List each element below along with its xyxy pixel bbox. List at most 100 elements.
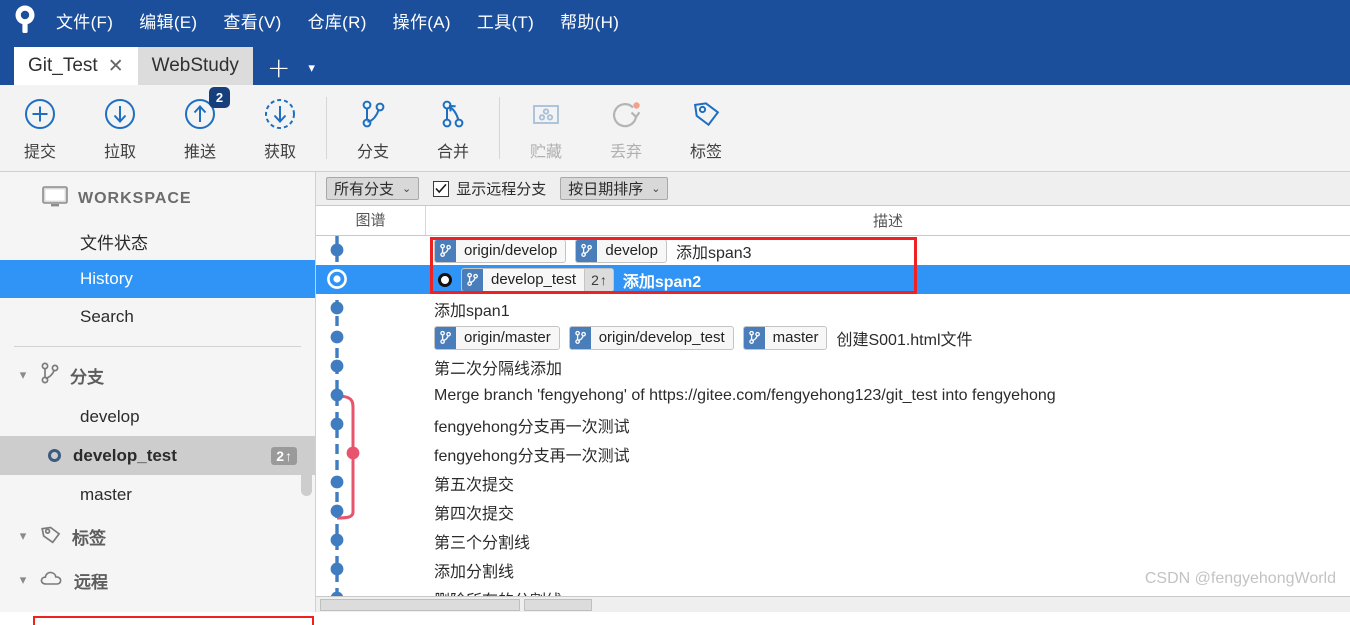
commit-description: 第五次提交 xyxy=(426,471,1350,495)
toolbar-label: 分支 xyxy=(356,144,389,161)
column-header-description[interactable]: 描述 xyxy=(426,210,1350,231)
pull-button[interactable]: 拉取 xyxy=(80,85,160,162)
sidebar-section-label: 远程 xyxy=(74,572,108,592)
table-row[interactable]: 添加span1 xyxy=(316,294,1350,323)
commit-description: 第三个分割线 xyxy=(426,529,1350,553)
table-row[interactable]: 第四次提交 xyxy=(316,497,1350,526)
pull-down-arrow-icon xyxy=(100,94,140,134)
fetch-button[interactable]: 获取 xyxy=(240,85,320,162)
ref-tag[interactable]: origin/develop_test xyxy=(568,325,734,350)
commit-message: 第四次提交 xyxy=(434,505,515,523)
ref-name: master xyxy=(772,328,819,346)
discard-revert-icon xyxy=(606,94,646,134)
sidebar-branch-master[interactable]: master xyxy=(0,475,315,514)
discard-button[interactable]: 丢弃 xyxy=(586,85,666,162)
tab-label: WebStudy xyxy=(151,55,239,76)
sourcetree-window: 文件(F) 编辑(E) 查看(V) 仓库(R) 操作(A) 工具(T) 帮助(H… xyxy=(0,0,1350,625)
ref-tag[interactable]: master xyxy=(742,325,828,350)
menu-tools[interactable]: 工具(T) xyxy=(475,5,536,36)
tab-git-test[interactable]: Git_Test ✕ xyxy=(14,47,138,85)
merge-icon xyxy=(433,94,473,134)
sidebar-branch-develop-test[interactable]: develop_test 2 ↑ xyxy=(0,436,315,475)
tab-strip: Git_Test ✕ WebStudy + ▾ xyxy=(0,40,1350,85)
menu-edit[interactable]: 编辑(E) xyxy=(137,5,199,36)
ref-name: origin/develop_test xyxy=(598,328,725,346)
commit-message: Merge branch 'fengyehong' of https://git… xyxy=(434,386,1056,404)
menu-help[interactable]: 帮助(H) xyxy=(558,5,621,36)
sidebar-item-file-status[interactable]: 文件状态 xyxy=(0,222,315,260)
tab-webstudy[interactable]: WebStudy xyxy=(137,47,253,85)
commit-message: 第三个分割线 xyxy=(434,534,531,552)
table-row[interactable]: 第五次提交 xyxy=(316,468,1350,497)
chevron-down-icon[interactable]: ▾ xyxy=(16,368,30,383)
menu-view[interactable]: 查看(V) xyxy=(221,5,283,36)
horizontal-scrollbar[interactable] xyxy=(316,596,1350,612)
table-row[interactable]: origin/develop develop 添加span3 xyxy=(316,236,1350,265)
menu-file[interactable]: 文件(F) xyxy=(54,5,115,36)
table-row[interactable]: 第二次分隔线添加 xyxy=(316,352,1350,381)
chevron-down-icon[interactable]: ▾ xyxy=(16,529,30,544)
show-remote-branches-checkbox[interactable]: 显示远程分支 xyxy=(433,178,546,199)
ref-tag[interactable]: develop xyxy=(575,238,667,263)
toolbar-label: 贮藏 xyxy=(529,144,562,161)
commit-message: fengyehong分支再一次测试 xyxy=(434,418,630,436)
sidebar-section-remotes[interactable]: ▾ 远程 xyxy=(0,558,315,602)
toolbar-group-sync: 提交 拉取 2 推送 获取 xyxy=(0,85,320,162)
sort-dropdown[interactable]: 按日期排序 ⌄ xyxy=(560,177,669,200)
tag-button[interactable]: 标签 xyxy=(666,85,746,162)
commit-description: fengyehong分支再一次测试 xyxy=(426,413,1350,437)
sidebar: WORKSPACE 文件状态 History Search ▾ 分支 devel… xyxy=(0,172,316,625)
ref-name: origin/develop xyxy=(464,241,558,259)
add-tab-icon[interactable]: + xyxy=(267,54,290,82)
body-split: WORKSPACE 文件状态 History Search ▾ 分支 devel… xyxy=(0,172,1350,625)
table-row[interactable]: develop_test 2 ↑ 添加span2 xyxy=(316,265,1350,294)
sidebar-section-tags[interactable]: ▾ 标签 xyxy=(0,514,315,558)
menu-actions[interactable]: 操作(A) xyxy=(391,5,453,36)
sidebar-scroll-thumb[interactable] xyxy=(301,450,312,496)
push-button[interactable]: 2 推送 xyxy=(160,85,240,162)
ref-tag[interactable]: origin/master xyxy=(434,325,560,350)
commit-button[interactable]: 提交 xyxy=(0,85,80,162)
graph-cell xyxy=(316,381,426,410)
close-icon[interactable]: ✕ xyxy=(108,56,124,76)
stash-box-icon xyxy=(526,94,566,134)
main-panel: 所有分支 ⌄ 显示远程分支 按日期排序 ⌄ 图谱 描述 origin/devel… xyxy=(316,172,1350,612)
table-row[interactable]: origin/master origin/develop_test master… xyxy=(316,323,1350,352)
sidebar-item-search[interactable]: Search xyxy=(0,298,315,336)
stash-button[interactable]: 贮藏 xyxy=(506,85,586,162)
chevron-down-icon[interactable]: ▾ xyxy=(308,61,315,76)
fetch-dashed-arrow-icon xyxy=(260,94,300,134)
sidebar-divider xyxy=(14,346,301,347)
branch-filter-dropdown[interactable]: 所有分支 ⌄ xyxy=(326,177,420,200)
branch-name: develop_test xyxy=(73,445,177,465)
table-row[interactable]: 第三个分割线 xyxy=(316,526,1350,555)
workspace-header: WORKSPACE xyxy=(0,172,315,222)
column-header-graph[interactable]: 图谱 xyxy=(316,206,426,235)
branch-icon xyxy=(435,326,456,349)
sidebar-section-branches[interactable]: ▾ 分支 xyxy=(0,353,315,397)
merge-button[interactable]: 合并 xyxy=(413,85,493,162)
ref-tag[interactable]: develop_test 2 ↑ xyxy=(461,267,614,292)
table-row[interactable]: Merge branch 'fengyehong' of https://git… xyxy=(316,381,1350,410)
scroll-thumb-secondary[interactable] xyxy=(524,598,592,611)
toolbar-separator xyxy=(326,97,327,159)
head-indicator-icon xyxy=(438,272,452,287)
scroll-thumb-primary[interactable] xyxy=(320,598,520,611)
toolbar-label: 拉取 xyxy=(103,144,136,161)
push-count-badge: 2 xyxy=(209,87,230,108)
toolbar-label: 推送 xyxy=(183,144,216,161)
table-row[interactable]: fengyehong分支再一次测试 xyxy=(316,410,1350,439)
menu-repository[interactable]: 仓库(R) xyxy=(306,5,369,36)
chevron-down-icon[interactable]: ▾ xyxy=(16,573,30,588)
checkbox-icon[interactable] xyxy=(433,180,450,197)
tag-icon xyxy=(39,522,63,550)
ahead-arrow-icon: ↑ xyxy=(285,447,292,464)
sidebar-branch-develop[interactable]: develop xyxy=(0,397,315,436)
sidebar-scrollbar[interactable] xyxy=(301,172,314,612)
commit-log-list[interactable]: origin/develop develop 添加span3 develop_t… xyxy=(316,236,1350,612)
sidebar-item-history[interactable]: History xyxy=(0,260,315,298)
branch-button[interactable]: 分支 xyxy=(333,85,413,162)
table-row[interactable]: fengyehong分支再一次测试 xyxy=(316,439,1350,468)
ref-tag[interactable]: origin/develop xyxy=(434,238,567,263)
graph-cell xyxy=(316,555,426,584)
